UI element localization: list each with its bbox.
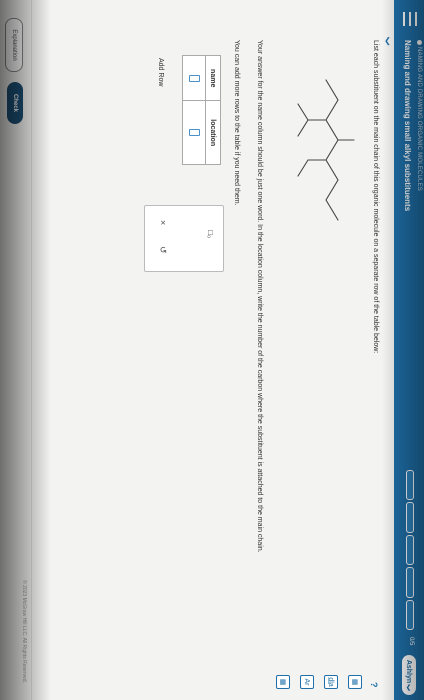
subscript-box-icon[interactable]: □₀ [206,230,215,238]
clear-icon[interactable]: × [158,220,168,225]
location-cell[interactable] [182,100,206,165]
name-input[interactable] [189,74,201,82]
undo-icon[interactable]: ↺ [157,246,168,254]
add-row-button[interactable]: Add Row [157,58,164,86]
progress-segment [406,534,414,566]
progress-segment [406,567,414,598]
substituent-bond [297,103,327,121]
hamburger-menu-icon[interactable] [401,12,417,26]
collapse-chevron-icon[interactable]: ❯ [383,37,392,46]
name-cell[interactable] [182,55,206,101]
calculator-icon[interactable]: ▦ [276,675,290,689]
category-text: NAMING AND DRAWING ORGANIC MOLECULES [415,47,422,191]
check-button[interactable]: Check [7,82,23,124]
bottom-bar: Explanation Check © 2023 McGraw Hill LLC… [0,0,32,700]
location-input[interactable] [189,129,201,137]
answer-palette: □₀ × ↺ [144,205,224,272]
topic-title: Naming and drawing small alkyl substitue… [403,40,412,212]
table-row [182,55,206,165]
molecule-skeletal-structure [297,79,355,221]
substituent-bond [297,159,327,177]
substituent-bond [297,119,309,137]
instruction-text-1: Your answer for the name column should b… [256,40,263,553]
column-header-location: location [205,100,221,165]
chevron-icon: ❯ [406,684,412,691]
progress-segment [406,470,414,501]
user-name: Ashlyn [405,659,413,684]
table-header-row: name location [205,55,221,165]
main-chain-bond [325,79,339,221]
rotated-page: NAMING AND DRAWING ORGANIC MOLECULES Nam… [0,0,424,700]
instruction-text-2: You can add more rows to the table if yo… [233,40,240,206]
substituent-table: name location [182,55,221,165]
top-bar: NAMING AND DRAWING ORGANIC MOLECULES Nam… [394,0,424,700]
progress-segment [406,502,414,533]
topic-category: NAMING AND DRAWING ORGANIC MOLECULES [416,40,422,191]
user-menu-button[interactable]: Ashlyn ❯ [402,655,416,695]
side-toolbar: ▦ d̲l̲a Ar ▦ [266,675,362,691]
help-icon[interactable]: ? [369,682,379,688]
data-tool-icon[interactable]: d̲l̲a [324,675,338,689]
periodic-table-icon[interactable]: ▦ [348,675,362,689]
question-prompt: List each substituent on the main chain … [372,40,379,354]
explanation-button[interactable]: Explanation [5,18,23,72]
progress-segment [406,599,414,631]
column-header-name: name [205,55,221,101]
progress-bar [406,470,414,631]
status-dot-icon [417,40,422,45]
progress-count: 0/5 [408,637,414,646]
reference-icon[interactable]: Ar [300,675,314,689]
copyright-text: © 2023 McGraw Hill LLC. All Rights Reser… [21,580,27,683]
